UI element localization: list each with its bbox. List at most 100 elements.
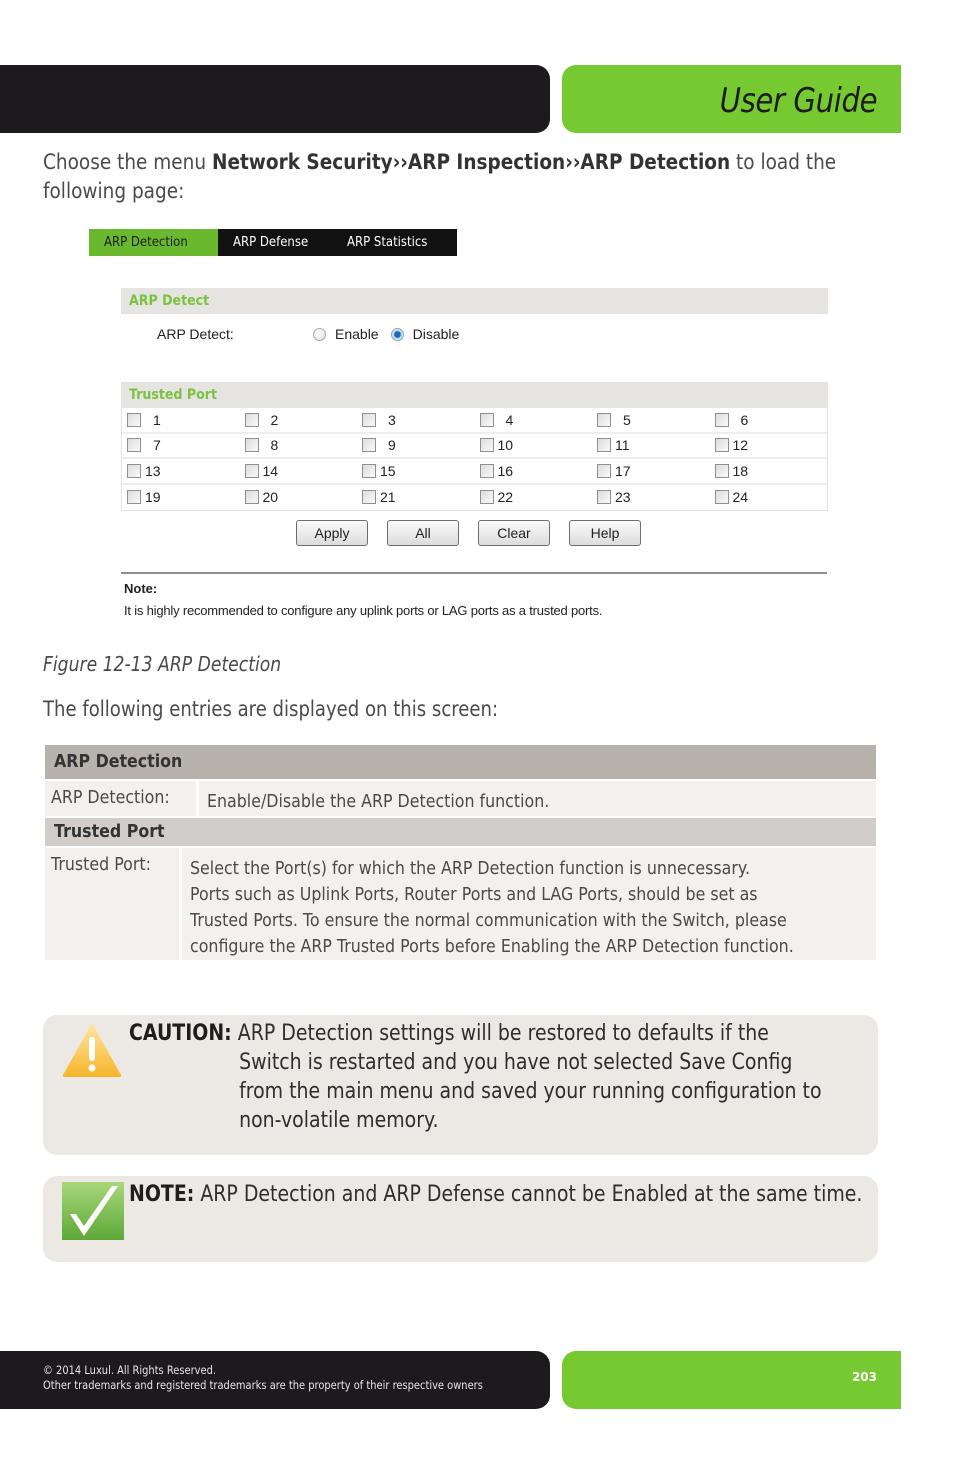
caution-callout: CAUTION: ARP Detection settings will be … <box>43 1015 878 1155</box>
port-checkbox[interactable] <box>597 463 611 478</box>
entries-intro: The following entries are displayed on t… <box>43 697 499 721</box>
port-label: 19 <box>145 489 161 506</box>
caution-text: CAUTION: ARP Detection settings will be … <box>129 1021 822 1133</box>
port-cell: 13 <box>122 459 240 483</box>
port-cell: 20 <box>240 485 358 511</box>
port-label: 23 <box>615 489 631 506</box>
port-checkbox[interactable] <box>597 412 611 427</box>
footer-page-box: 203 <box>562 1351 901 1409</box>
port-checkbox[interactable] <box>479 438 494 453</box>
enable-radio-label[interactable]: Enable <box>335 326 379 342</box>
port-label: 6 <box>740 411 749 428</box>
port-checkbox[interactable] <box>244 490 259 505</box>
figure-caption: Figure 12-13 ARP Detection <box>43 652 282 676</box>
tab-bar: ARP Detection ARP Defense ARP Statistics <box>89 229 457 256</box>
port-checkbox[interactable] <box>362 412 376 427</box>
description-table: ARP Detection ARP Detection: Enable/Disa… <box>45 745 876 962</box>
port-checkbox[interactable] <box>127 438 141 453</box>
port-cell: 5 <box>592 408 710 432</box>
port-label: 14 <box>262 462 279 479</box>
port-label: 1 <box>153 411 161 428</box>
port-checkbox[interactable] <box>244 463 259 478</box>
tab-arp-detection[interactable]: ARP Detection <box>89 229 218 256</box>
port-checkbox[interactable] <box>479 412 494 427</box>
header-title-box: User Guide <box>562 65 901 133</box>
port-checkbox[interactable] <box>362 438 376 453</box>
arp-detect-label: ARP Detect: <box>157 326 234 342</box>
table-row: ARP Detection: Enable/Disable the ARP De… <box>45 781 876 816</box>
port-checkbox[interactable] <box>714 438 729 453</box>
port-checkbox[interactable] <box>597 490 611 505</box>
port-cell: 3 <box>357 408 475 432</box>
intro-suffix: to load the <box>730 150 837 174</box>
action-buttons: Apply All Clear Help <box>296 520 641 546</box>
table-section-header: ARP Detection <box>45 745 876 779</box>
port-label: 21 <box>380 489 396 506</box>
port-label: 9 <box>388 437 396 454</box>
checkmark-icon <box>62 1182 124 1240</box>
port-checkbox[interactable] <box>714 412 729 427</box>
clear-button[interactable]: Clear <box>478 520 550 546</box>
port-row: 13 14 15 16 17 18 <box>122 459 827 485</box>
intro-prefix: Choose the menu <box>43 150 212 174</box>
port-cell: 18 <box>710 459 828 483</box>
port-label: 20 <box>262 489 279 506</box>
port-cell: 9 <box>357 434 475 458</box>
port-label: 2 <box>270 411 279 428</box>
port-checkbox[interactable] <box>244 412 259 427</box>
footer-text: © 2014 Luxul. All Rights Reserved. Other… <box>43 1363 483 1393</box>
port-cell: 1 <box>122 408 240 432</box>
port-cell: 10 <box>475 434 593 458</box>
trusted-port-section-header: Trusted Port <box>121 382 828 408</box>
tab-arp-statistics[interactable]: ARP Statistics <box>332 229 451 256</box>
port-cell: 24 <box>710 485 828 511</box>
port-cell: 15 <box>357 459 475 483</box>
select-all-button[interactable]: All <box>387 520 459 546</box>
disable-radio[interactable] <box>390 327 404 341</box>
port-checkbox[interactable] <box>127 412 141 427</box>
port-checkbox[interactable] <box>479 463 494 478</box>
port-label: 18 <box>732 462 749 479</box>
port-label: 17 <box>615 462 631 479</box>
port-checkbox[interactable] <box>714 490 729 505</box>
table-key: Trusted Port: <box>45 848 179 960</box>
table-value: Select the Port(s) for which the ARP Det… <box>181 848 876 960</box>
trademark-notice: Other trademarks and registered trademar… <box>43 1378 483 1392</box>
trusted-port-grid: 1 2 3 4 5 6 7 8 9 10 11 12 13 14 15 16 17 18 19 20 21 22 23 24 <box>121 408 828 511</box>
table-key: ARP Detection: <box>45 781 196 816</box>
help-button[interactable]: Help <box>569 520 641 546</box>
port-checkbox[interactable] <box>714 463 729 478</box>
port-checkbox[interactable] <box>127 463 141 478</box>
port-label: 22 <box>497 489 514 506</box>
caution-label: CAUTION: <box>129 1021 232 1046</box>
port-label: 13 <box>145 462 161 479</box>
note-callout-text: NOTE: ARP Detection and ARP Defense cann… <box>129 1182 863 1207</box>
arp-detect-radio-group: Enable Disable <box>313 326 471 342</box>
port-checkbox[interactable] <box>127 490 141 505</box>
table-value: Enable/Disable the ARP Detection functio… <box>199 781 876 816</box>
port-label: 24 <box>732 489 749 506</box>
port-label: 5 <box>623 411 631 428</box>
port-label: 10 <box>497 437 514 454</box>
port-checkbox[interactable] <box>362 490 376 505</box>
note-text: It is highly recommended to configure an… <box>124 603 603 618</box>
note-callout: NOTE: ARP Detection and ARP Defense cann… <box>43 1176 878 1262</box>
port-cell: 4 <box>475 408 593 432</box>
port-cell: 6 <box>710 408 828 432</box>
port-label: 15 <box>380 462 396 479</box>
table-row: Trusted Port: Select the Port(s) for whi… <box>45 848 876 960</box>
port-checkbox[interactable] <box>362 463 376 478</box>
port-cell: 22 <box>475 485 593 511</box>
port-checkbox[interactable] <box>244 438 259 453</box>
tab-arp-defense[interactable]: ARP Defense <box>218 229 332 256</box>
copyright: © 2014 Luxul. All Rights Reserved. <box>43 1363 217 1377</box>
port-label: 4 <box>505 411 514 428</box>
apply-button[interactable]: Apply <box>296 520 368 546</box>
enable-radio[interactable] <box>313 327 326 341</box>
port-row: 7 8 9 10 11 12 <box>122 434 827 459</box>
disable-radio-label[interactable]: Disable <box>413 326 460 342</box>
port-checkbox[interactable] <box>479 490 494 505</box>
port-checkbox[interactable] <box>597 438 611 453</box>
footer-bar: © 2014 Luxul. All Rights Reserved. Other… <box>0 1351 550 1409</box>
port-cell: 21 <box>357 485 475 511</box>
